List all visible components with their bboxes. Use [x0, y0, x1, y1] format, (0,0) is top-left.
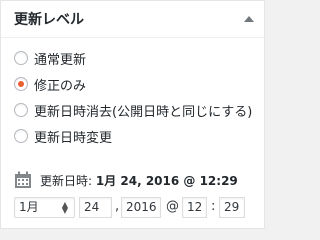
- radio-fix-only[interactable]: [14, 77, 28, 91]
- hour-input[interactable]: 12: [182, 197, 207, 218]
- month-select[interactable]: 1月 ▲ ▼: [14, 197, 75, 218]
- calendar-icon: [14, 171, 32, 189]
- day-input[interactable]: 24: [79, 197, 112, 218]
- option-label: 更新日時変更: [34, 131, 113, 146]
- minute-input[interactable]: 29: [219, 197, 245, 218]
- collapse-toggle-icon[interactable]: [242, 11, 256, 25]
- select-arrows-icon: ▲ ▼: [61, 200, 68, 215]
- year-input[interactable]: 2016: [121, 197, 161, 218]
- update-level-panel: 更新レベル 通常更新 修正のみ 更新日時消去(公開日時と同じにする) 更新日時変…: [0, 0, 265, 229]
- month-value: 1月: [19, 200, 39, 214]
- panel-header: 更新レベル: [1, 1, 264, 38]
- update-date-text: 更新日時: 1月 24, 2016 @ 12:29: [40, 172, 238, 189]
- radio-clear-update-date[interactable]: [14, 103, 28, 117]
- option-label: 通常更新: [34, 53, 87, 68]
- at-separator: @: [166, 199, 179, 214]
- radio-change-update-date[interactable]: [14, 129, 28, 143]
- radio-normal-update[interactable]: [14, 51, 28, 65]
- update-date-value: 1月 24, 2016 @ 12:29: [95, 174, 238, 188]
- comma-separator: ,: [115, 199, 120, 214]
- colon-separator: :: [211, 199, 216, 214]
- update-date-label: 更新日時:: [40, 174, 96, 188]
- date-inputs: 1月 ▲ ▼ 24 , 2016 @ 12 : 29: [14, 197, 254, 219]
- option-label: 修正のみ: [34, 79, 87, 94]
- panel-title: 更新レベル: [14, 12, 84, 28]
- option-label: 更新日時消去(公開日時と同じにする): [34, 105, 253, 120]
